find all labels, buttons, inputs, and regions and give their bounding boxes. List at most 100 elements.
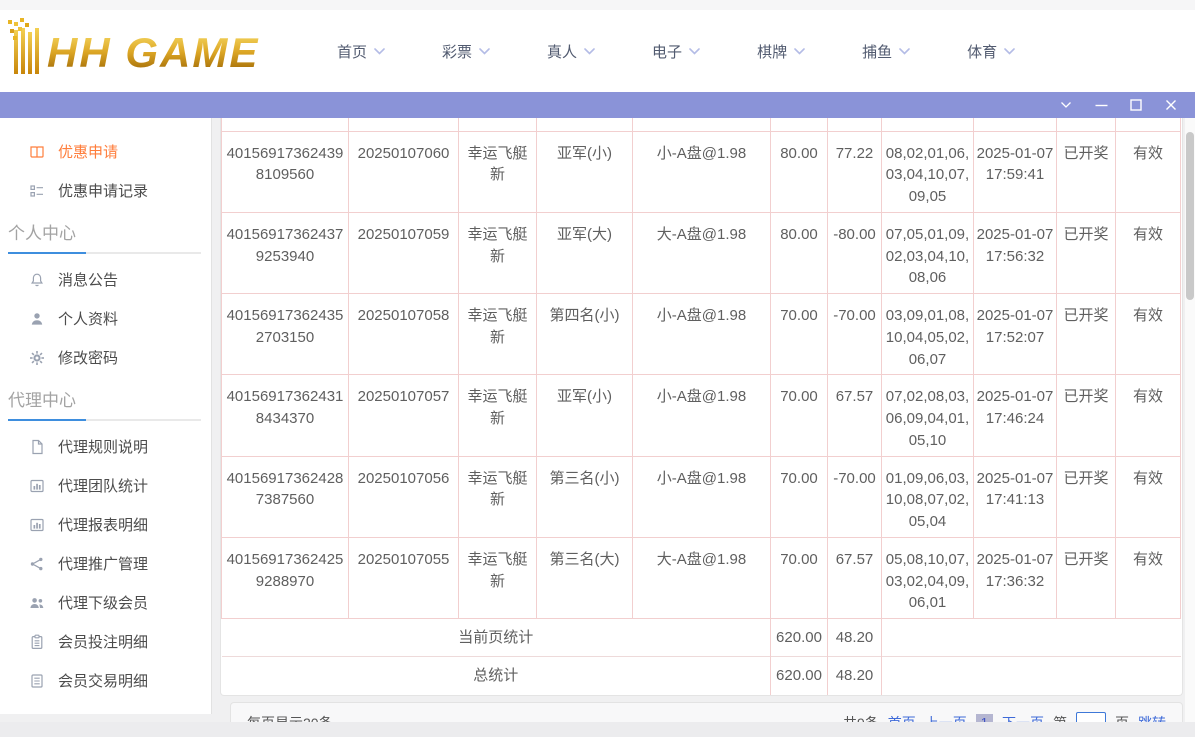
table-row: 401569173624259288970 20250107055 幸运飞艇新 … xyxy=(221,536,1181,620)
sidebar-item-profile[interactable]: 个人资料 xyxy=(0,299,211,338)
nav-label: 电子 xyxy=(652,43,683,61)
sidebar-item-agent-team-stats[interactable]: 代理团队统计 xyxy=(0,466,211,505)
cell-bet-content: 大-A盘@1.98 xyxy=(632,211,771,295)
cell-period: 20250107057 xyxy=(348,374,459,457)
clipped-row xyxy=(221,118,1181,132)
nav-label: 体育 xyxy=(967,43,998,61)
window-close-button[interactable] xyxy=(1163,97,1179,113)
cell-validity: 有效 xyxy=(1115,536,1181,620)
nav-item-live[interactable]: 真人 xyxy=(547,41,595,62)
sidebar-item-announcements[interactable]: 消息公告 xyxy=(0,260,211,299)
table-row: 401569173624398109560 20250107060 幸运飞艇新 … xyxy=(221,130,1181,213)
sidebar-item-promo-apply[interactable]: 优惠申请 xyxy=(0,132,211,171)
cell-status: 已开奖 xyxy=(1056,292,1116,376)
cell-win-loss: -70.00 xyxy=(827,292,882,376)
cell-status: 已开奖 xyxy=(1056,130,1116,213)
cell-order-id: 401569173624318434370 xyxy=(221,374,349,457)
sidebar-item-promo-records[interactable]: 优惠申请记录 xyxy=(0,171,211,210)
logo-stripes-icon xyxy=(14,28,39,74)
sidebar: 优惠申请 优惠申请记录 个人中心 消息公告 个人资料 修改密码 代理中心 代理规… xyxy=(0,118,212,714)
main-area: 401569173624398109560 20250107060 幸运飞艇新 … xyxy=(220,118,1183,737)
cell-draw-numbers: 05,08,10,07,03,02,04,09,06,01 xyxy=(881,536,974,620)
nav-item-slots[interactable]: 电子 xyxy=(652,41,700,62)
close-icon xyxy=(1166,100,1176,110)
sidebar-section-personal: 个人中心 xyxy=(0,219,211,254)
cell-win-loss: 67.57 xyxy=(827,536,882,620)
sidebar-item-label: 个人资料 xyxy=(58,311,119,328)
chevron-down-icon xyxy=(899,47,910,55)
cell-status: 已开奖 xyxy=(1056,455,1116,538)
records-icon xyxy=(29,183,45,199)
coupon-icon xyxy=(29,144,45,160)
bet-records-panel: 401569173624398109560 20250107060 幸运飞艇新 … xyxy=(220,118,1183,696)
sidebar-item-agent-sub-members[interactable]: 代理下级会员 xyxy=(0,583,211,622)
nav-label: 首页 xyxy=(337,43,368,61)
cell-order-id: 401569173624379253940 xyxy=(221,211,349,295)
sidebar-item-change-password[interactable]: 修改密码 xyxy=(0,338,211,377)
cell-bet-type: 亚军(小) xyxy=(536,130,633,213)
nav-item-fishing[interactable]: 捕鱼 xyxy=(862,41,910,62)
sidebar-item-agent-report-detail[interactable]: 代理报表明细 xyxy=(0,505,211,544)
cell-amount: 70.00 xyxy=(770,374,828,457)
cell-bet-type: 亚军(小) xyxy=(536,374,633,457)
cell-win-loss: -80.00 xyxy=(827,211,882,295)
window-collapse-button[interactable] xyxy=(1058,97,1074,113)
nav-label: 棋牌 xyxy=(757,43,788,61)
cell-period: 20250107060 xyxy=(348,130,459,213)
window-maximize-button[interactable] xyxy=(1128,97,1144,113)
main-nav: 首页 彩票 真人 电子 棋牌 捕鱼 体育 xyxy=(337,41,1015,62)
logo-confetti-decoration xyxy=(8,20,12,24)
cell-game-name: 幸运飞艇新 xyxy=(458,536,537,620)
summary-result: 48.20 xyxy=(827,618,882,657)
cell-game-name: 幸运飞艇新 xyxy=(458,130,537,213)
logo-text: HH GAME xyxy=(47,29,260,76)
summary-amount: 620.00 xyxy=(770,618,828,657)
cell-bet-content: 小-A盘@1.98 xyxy=(632,455,771,538)
section-title: 代理中心 xyxy=(8,391,76,410)
vertical-scrollbar[interactable] xyxy=(1185,118,1195,722)
cell-status: 已开奖 xyxy=(1056,536,1116,620)
sidebar-item-member-transaction-detail[interactable]: 会员交易明细 xyxy=(0,661,211,700)
gear-icon xyxy=(29,350,45,366)
brand-logo[interactable]: HH GAME xyxy=(8,20,289,76)
cell-status: 已开奖 xyxy=(1056,374,1116,457)
cell-game-name: 幸运飞艇新 xyxy=(458,374,537,457)
cell-draw-numbers: 07,05,01,09,02,03,04,10,08,06 xyxy=(881,211,974,295)
cell-time: 2025-01-07 17:56:32 xyxy=(973,211,1057,295)
sidebar-item-agent-promotion[interactable]: 代理推广管理 xyxy=(0,544,211,583)
nav-item-lottery[interactable]: 彩票 xyxy=(442,41,490,62)
table-row: 401569173624287387560 20250107056 幸运飞艇新 … xyxy=(221,455,1181,538)
cell-game-name: 幸运飞艇新 xyxy=(458,211,537,295)
cell-time: 2025-01-07 17:59:41 xyxy=(973,130,1057,213)
cell-bet-content: 小-A盘@1.98 xyxy=(632,292,771,376)
bet-table-summary: 当前页统计 620.00 48.20 总统计 620.00 48.20 xyxy=(221,618,1181,695)
cell-bet-content: 小-A盘@1.98 xyxy=(632,130,771,213)
cell-status: 已开奖 xyxy=(1056,211,1116,295)
sidebar-item-agent-rules[interactable]: 代理规则说明 xyxy=(0,427,211,466)
chevron-down-icon xyxy=(584,47,595,55)
bell-icon xyxy=(29,272,45,288)
cell-validity: 有效 xyxy=(1115,374,1181,457)
sidebar-item-label: 代理团队统计 xyxy=(58,478,149,495)
sidebar-item-member-bet-detail[interactable]: 会员投注明细 xyxy=(0,622,211,661)
share-icon xyxy=(29,556,45,572)
cell-draw-numbers: 07,02,08,03,06,09,04,01,05,10 xyxy=(881,374,974,457)
chevron-down-icon xyxy=(794,47,805,55)
chevron-down-icon xyxy=(1004,47,1015,55)
nav-item-sports[interactable]: 体育 xyxy=(967,41,1015,62)
content-area: 优惠申请 优惠申请记录 个人中心 消息公告 个人资料 修改密码 代理中心 代理规… xyxy=(0,118,1195,737)
nav-item-cards[interactable]: 棋牌 xyxy=(757,41,805,62)
cell-validity: 有效 xyxy=(1115,130,1181,213)
nav-item-home[interactable]: 首页 xyxy=(337,41,385,62)
scrollbar-thumb[interactable] xyxy=(1186,132,1194,300)
window-minimize-button[interactable] xyxy=(1093,97,1109,113)
cell-amount: 70.00 xyxy=(770,536,828,620)
sidebar-item-label: 优惠申请记录 xyxy=(58,183,149,200)
bottom-band xyxy=(0,722,1195,737)
cell-order-id: 401569173624287387560 xyxy=(221,455,349,538)
table-row: 401569173624318434370 20250107057 幸运飞艇新 … xyxy=(221,374,1181,457)
bet-table-body: 401569173624398109560 20250107060 幸运飞艇新 … xyxy=(221,118,1181,620)
section-title: 个人中心 xyxy=(8,224,76,243)
bet-records-table: 401569173624398109560 20250107060 幸运飞艇新 … xyxy=(221,118,1181,695)
sidebar-item-label: 代理规则说明 xyxy=(58,439,149,456)
